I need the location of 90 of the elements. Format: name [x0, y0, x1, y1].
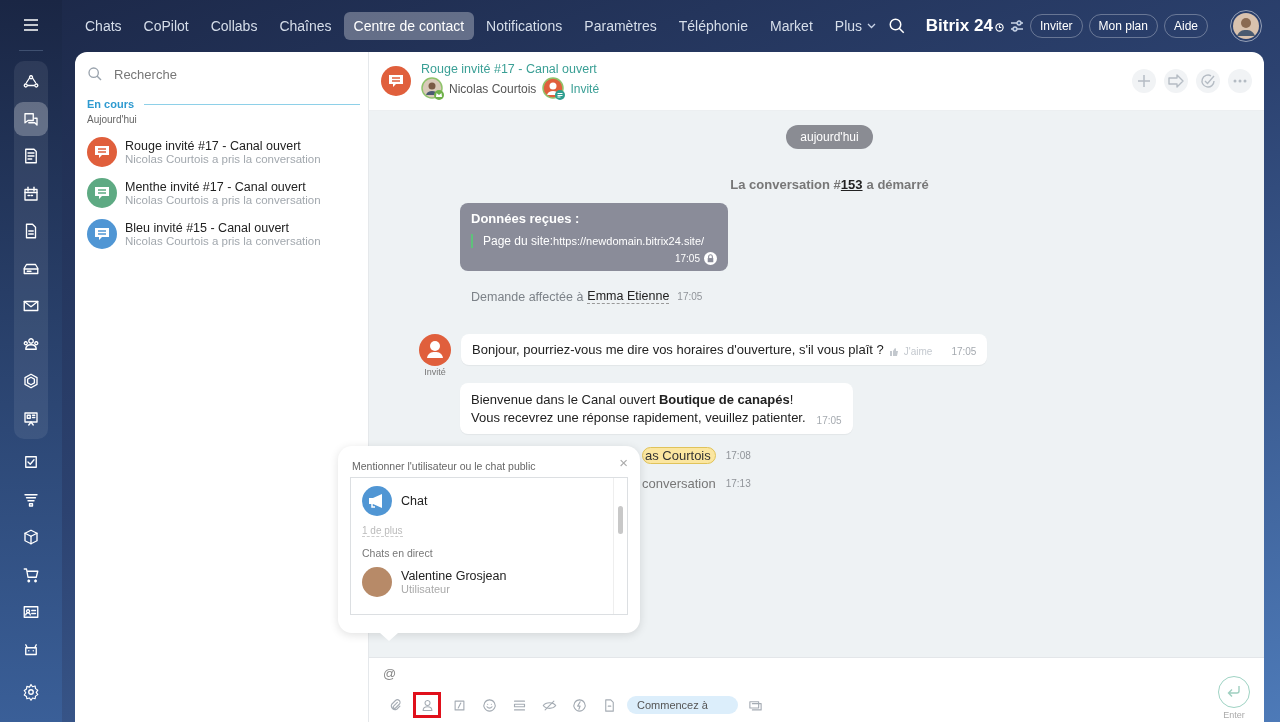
- mention-name: Valentine Grosjean: [401, 569, 507, 583]
- message-time: 17:05: [816, 415, 842, 427]
- nav-tab[interactable]: Chaînes: [269, 12, 342, 40]
- check-circle-icon: [1200, 73, 1216, 89]
- lightning-icon: [571, 697, 587, 713]
- return-arrow-icon: [1226, 685, 1242, 699]
- chat-title: Rouge invité #17 - Canal ouvert: [421, 61, 598, 76]
- message-time: 17:05: [677, 291, 703, 302]
- mention-item[interactable]: Chat: [362, 486, 602, 516]
- scrollbar-thumb[interactable]: [618, 506, 623, 534]
- nav-tab[interactable]: Collabs: [200, 12, 268, 40]
- operator-avatar-icon: [421, 76, 445, 101]
- nav-tab[interactable]: Market: [760, 12, 823, 40]
- mention-name: Chat: [401, 494, 428, 508]
- author-name: Invité: [424, 367, 446, 377]
- chevron-down-icon: [867, 23, 877, 29]
- user-avatar[interactable]: [1230, 10, 1262, 42]
- guest-avatar-icon: [542, 76, 567, 101]
- message-time: 17:13: [725, 478, 751, 490]
- search-icon[interactable]: [887, 17, 906, 35]
- conversation-title: Rouge invité #17 - Canal ouvert: [125, 138, 302, 153]
- system-message: conversation: [642, 476, 716, 492]
- nav-item[interactable]: [14, 101, 48, 136]
- conversation-item[interactable]: Menthe invité #17 - Canal ouvert Nicolas Courtois a pris la conversation: [87, 172, 360, 213]
- nav-tab[interactable]: Plus: [824, 12, 887, 40]
- card-title: Données reçues :: [471, 211, 581, 226]
- nav-tab[interactable]: Centre de contact: [343, 12, 475, 40]
- thumb-up-icon[interactable]: [888, 347, 899, 357]
- send-hint: Enter: [1223, 710, 1245, 720]
- sliders-icon[interactable]: [1009, 20, 1024, 32]
- board-icon: [22, 409, 40, 428]
- cart-icon: [22, 565, 40, 584]
- message-text: Bienvenue dans le Canal ouvert Boutique de canapés! Vous recevrez une réponse rapidement, veuillez patienter.: [471, 391, 806, 427]
- popup-title: Mentionner l'utilisateur ou le chat public: [352, 460, 536, 472]
- conversation-subtitle: Nicolas Courtois a pris la conversation: [125, 152, 321, 165]
- conversation-item[interactable]: Bleu invité #15 - Canal ouvert Nicolas Courtois a pris la conversation: [87, 213, 360, 254]
- field-label: Page du site:: [483, 234, 554, 248]
- user-link[interactable]: Emma Etienne: [587, 289, 670, 304]
- conversation-title: Bleu invité #15 - Canal ouvert: [125, 220, 290, 235]
- message-time: 17:08: [725, 450, 751, 462]
- logo: Bitrix 24: [925, 16, 993, 36]
- nav-tab[interactable]: CoPilot: [133, 12, 199, 40]
- more-icon: [1233, 79, 1247, 83]
- system-message: a démarré: [866, 177, 929, 192]
- conversation-subtitle: Nicolas Courtois a pris la conversation: [125, 234, 321, 247]
- conversation-title: Menthe invité #17 - Canal ouvert: [125, 179, 307, 194]
- conversation-subtitle: Nicolas Courtois a pris la conversation: [125, 193, 321, 206]
- settings-icon: [22, 682, 40, 701]
- hexagon-icon: [22, 372, 40, 391]
- start-button[interactable]: Commencez à: [627, 696, 738, 714]
- user-role: Utilisateur: [401, 583, 451, 595]
- cube-icon: [22, 528, 40, 547]
- section-title: Chats en direct: [362, 547, 434, 559]
- message-input[interactable]: @: [383, 666, 403, 688]
- calendar-icon: [22, 184, 40, 203]
- arrow-right-icon: [1168, 74, 1184, 88]
- menu-icon: [23, 18, 39, 32]
- nav-tab[interactable]: Chats: [75, 12, 132, 40]
- lock-icon: [704, 252, 717, 265]
- toolbar-button[interactable]: [413, 692, 441, 718]
- system-message: La conversation #: [730, 177, 841, 192]
- mention-item[interactable]: Valentine Grosjean Utilisateur: [362, 567, 602, 597]
- plus-icon: [1137, 74, 1151, 88]
- search-icon: [87, 66, 103, 82]
- chat-bubble-icon: [381, 66, 411, 96]
- person-silhouette-icon: [1233, 13, 1259, 39]
- nav-tab[interactable]: Notifications: [476, 12, 573, 40]
- date-pill: aujourd'hui: [786, 125, 873, 149]
- slash-icon: [451, 697, 467, 713]
- feed-icon: [22, 147, 40, 166]
- clock-icon: [994, 23, 1004, 32]
- message-time: 17:05: [674, 253, 700, 264]
- megaphone-icon: [362, 486, 392, 516]
- member-name[interactable]: Nicolas Courtois: [449, 81, 537, 96]
- message-time: 17:05: [951, 346, 977, 357]
- conversation-item[interactable]: Rouge invité #17 - Canal ouvert Nicolas Courtois a pris la conversation: [87, 131, 360, 172]
- mention-tag[interactable]: as Courtois: [642, 447, 716, 465]
- stack-icon: [511, 697, 527, 713]
- network-icon: [22, 72, 40, 91]
- user-avatar: [362, 567, 392, 597]
- nav-tab[interactable]: Paramètres: [574, 12, 667, 40]
- nav-tab[interactable]: Téléphonie: [668, 12, 758, 40]
- conversation-link[interactable]: 153: [840, 177, 863, 192]
- system-message: Demande affectée à: [471, 289, 584, 304]
- date-label: Aujourd'hui: [87, 114, 138, 125]
- person-icon: [419, 697, 435, 713]
- section-title: En cours: [87, 98, 135, 110]
- guest-avatar-icon: [419, 334, 451, 366]
- message-text: Bonjour, pourriez-vous me dire vos horaires d'ouverture, s'il vous plaît ?: [472, 342, 884, 357]
- smiley-icon: [481, 697, 497, 713]
